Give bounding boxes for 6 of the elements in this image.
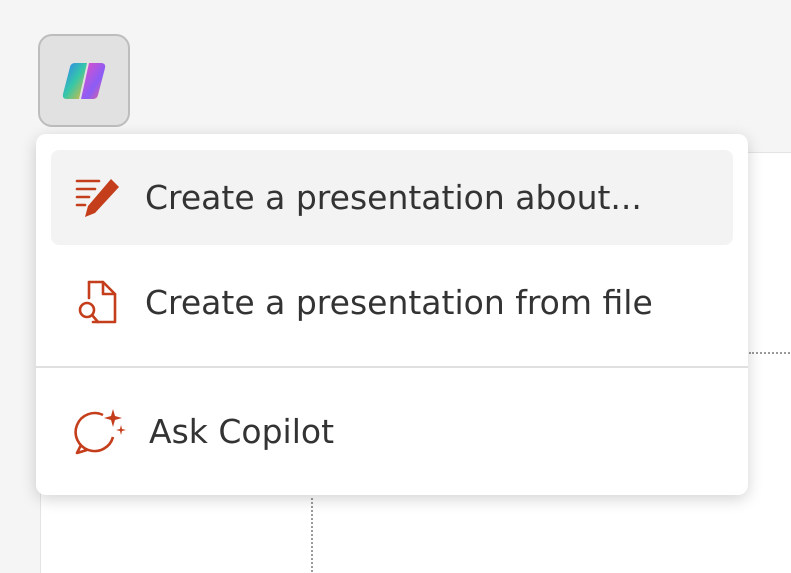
menu-item[interactable]: Create a presentation about... [51,150,733,245]
menu-item-label: Ask Copilot [149,410,334,453]
copilot-logo-icon [61,60,107,100]
copilot-button[interactable] [38,34,130,127]
menu-item-label: Create a presentation about... [145,176,642,219]
menu-item-label: Create a presentation from file [145,282,653,324]
